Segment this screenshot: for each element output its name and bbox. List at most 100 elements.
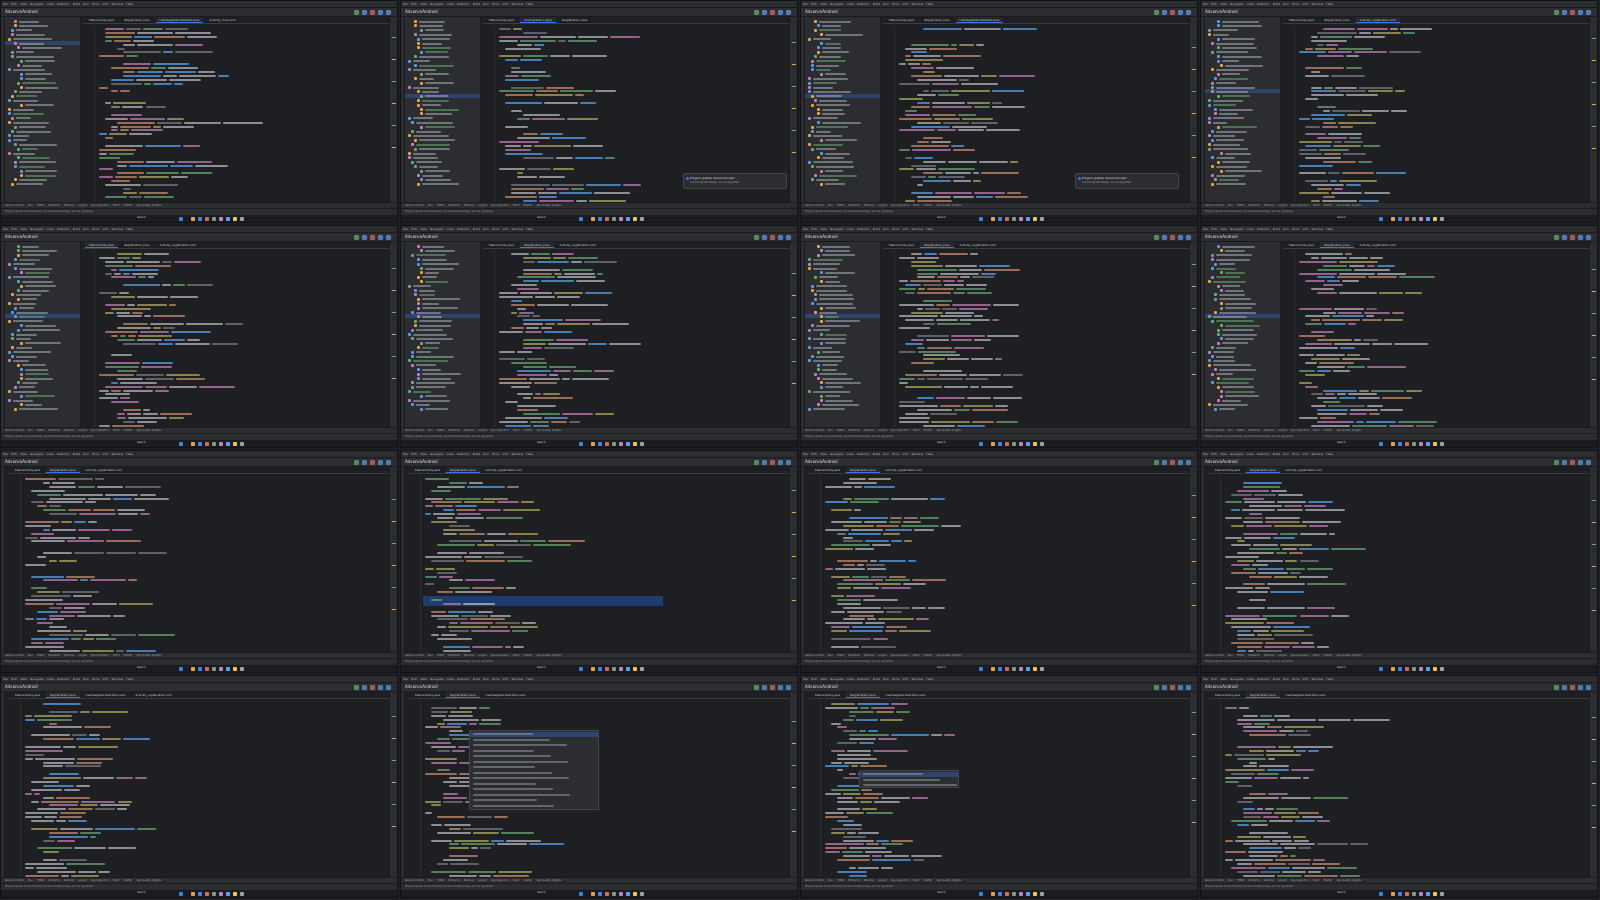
tree-row[interactable] xyxy=(20,284,56,288)
menu-item[interactable]: View xyxy=(20,227,27,232)
tree-row[interactable] xyxy=(8,302,36,306)
tool-window-button[interactable]: TODO xyxy=(1237,429,1244,432)
code-editor[interactable] xyxy=(1283,25,1589,210)
menu-item[interactable]: VCS xyxy=(102,452,108,457)
taskbar-app-icon[interactable] xyxy=(1005,217,1009,221)
taskbar-app-icon[interactable] xyxy=(1391,667,1395,671)
editor-tab[interactable]: MainActivity.java xyxy=(1211,467,1244,473)
menu-item[interactable]: File xyxy=(803,2,808,7)
tree-row[interactable] xyxy=(811,302,853,306)
windows-start-icon[interactable] xyxy=(979,217,984,221)
menu-item[interactable]: View xyxy=(820,2,827,7)
tool-window-button[interactable]: App Inspection xyxy=(891,204,910,207)
windows-start-icon[interactable] xyxy=(579,892,584,896)
tree-row[interactable] xyxy=(1208,28,1238,32)
tree-row[interactable] xyxy=(417,103,441,107)
tree-row[interactable] xyxy=(808,77,848,81)
tool-window-button[interactable]: Run xyxy=(1228,879,1233,882)
menu-item[interactable]: Edit xyxy=(811,227,817,232)
taskbar-app-icon[interactable] xyxy=(998,442,1002,446)
tool-window-button[interactable]: Run xyxy=(428,879,433,882)
menu-item[interactable]: Edit xyxy=(411,2,417,7)
tree-row[interactable] xyxy=(420,81,455,85)
tool-window-strip[interactable] xyxy=(801,467,805,660)
tool-window-button[interactable]: Problems xyxy=(448,879,460,882)
editor-tab[interactable]: activity_registration.xml xyxy=(1355,17,1400,23)
tree-row[interactable] xyxy=(1217,341,1248,345)
menu-item[interactable]: View xyxy=(420,227,427,232)
tool-window-button[interactable]: Run xyxy=(1228,429,1233,432)
taskbar-app-icon[interactable] xyxy=(226,217,230,221)
code-editor[interactable] xyxy=(809,700,1189,885)
tree-row[interactable] xyxy=(411,160,442,164)
menu-item[interactable]: View xyxy=(1220,677,1227,682)
tree-row[interactable] xyxy=(408,399,451,402)
menu-item[interactable]: Code xyxy=(846,677,854,682)
device-icon[interactable] xyxy=(386,10,391,15)
tool-window-strip[interactable] xyxy=(1201,692,1205,885)
tool-window-button[interactable]: Logcat xyxy=(78,204,86,207)
taskbar-app-icon[interactable] xyxy=(1426,892,1430,896)
debug-icon[interactable] xyxy=(1562,235,1567,240)
tree-row[interactable] xyxy=(8,359,29,363)
tree-row[interactable] xyxy=(820,42,841,45)
tree-row[interactable] xyxy=(11,33,45,37)
run-icon[interactable] xyxy=(1554,10,1559,15)
tool-window-button[interactable]: Terminal xyxy=(64,204,75,207)
tree-row[interactable] xyxy=(1217,94,1251,98)
project-name[interactable]: AdvanceAndroid xyxy=(405,459,438,464)
tree-row[interactable] xyxy=(411,363,437,367)
editor-tab[interactable]: activity_registration.xml xyxy=(82,467,126,473)
tree-row[interactable] xyxy=(417,182,459,186)
stop-icon[interactable] xyxy=(1170,10,1175,15)
tree-row[interactable] xyxy=(411,350,431,354)
editor-tab[interactable]: MainActivity.java xyxy=(485,17,518,23)
tree-row[interactable] xyxy=(811,289,847,292)
sync-icon[interactable] xyxy=(378,10,383,15)
tree-row[interactable] xyxy=(14,143,58,147)
tool-window-button[interactable]: Build xyxy=(113,879,119,882)
tree-row[interactable] xyxy=(1211,267,1236,270)
tree-row[interactable] xyxy=(411,328,444,332)
code-completion-popup[interactable] xyxy=(859,770,959,788)
taskbar-app-icon[interactable] xyxy=(233,892,237,896)
tree-row[interactable] xyxy=(1211,81,1236,85)
debug-icon[interactable] xyxy=(1162,10,1167,15)
tree-row[interactable] xyxy=(1217,385,1255,389)
windows-start-icon[interactable] xyxy=(179,667,184,671)
sync-icon[interactable] xyxy=(778,10,783,15)
tree-row[interactable] xyxy=(414,77,434,81)
tree-row[interactable] xyxy=(1208,350,1234,354)
menu-item[interactable]: Navigate xyxy=(830,2,843,7)
taskbar-app-icon[interactable] xyxy=(1026,892,1030,896)
tree-row[interactable] xyxy=(20,341,61,345)
tree-row[interactable] xyxy=(1220,394,1259,398)
taskbar-app-icon[interactable] xyxy=(998,892,1002,896)
menu-item[interactable]: Build xyxy=(473,677,481,682)
tool-window-button[interactable]: Run xyxy=(828,879,833,882)
editor-tab[interactable]: MainActivity.java xyxy=(1285,17,1318,23)
tool-window-button[interactable]: App Inspection xyxy=(91,429,110,432)
editor-tab[interactable]: Registration.java xyxy=(920,17,953,23)
tree-row[interactable] xyxy=(17,328,61,332)
tree-row[interactable] xyxy=(1220,324,1261,328)
tree-row[interactable] xyxy=(1211,372,1233,376)
taskbar-app-icon[interactable] xyxy=(219,217,223,221)
device-icon[interactable] xyxy=(1586,685,1591,690)
menu-item[interactable]: Edit xyxy=(11,452,17,457)
tool-window-button[interactable]: Version Control xyxy=(405,879,424,882)
status-message[interactable]: Project update recommended: Android Grad… xyxy=(405,885,493,888)
tree-row[interactable] xyxy=(20,72,52,76)
menu-item[interactable]: File xyxy=(3,2,8,7)
code-editor[interactable] xyxy=(83,25,389,210)
tree-row[interactable] xyxy=(1217,333,1257,336)
menu-item[interactable]: Tools xyxy=(92,227,99,232)
taskbar-app-icon[interactable] xyxy=(1391,217,1395,221)
tree-row[interactable] xyxy=(414,24,444,28)
tool-window-button[interactable]: Profiler xyxy=(1324,204,1333,207)
taskbar-app-icon[interactable] xyxy=(219,892,223,896)
tree-row[interactable] xyxy=(14,20,40,23)
tree-row[interactable] xyxy=(1211,319,1254,323)
tree-row[interactable] xyxy=(820,319,861,323)
windows-start-icon[interactable] xyxy=(1379,892,1384,896)
